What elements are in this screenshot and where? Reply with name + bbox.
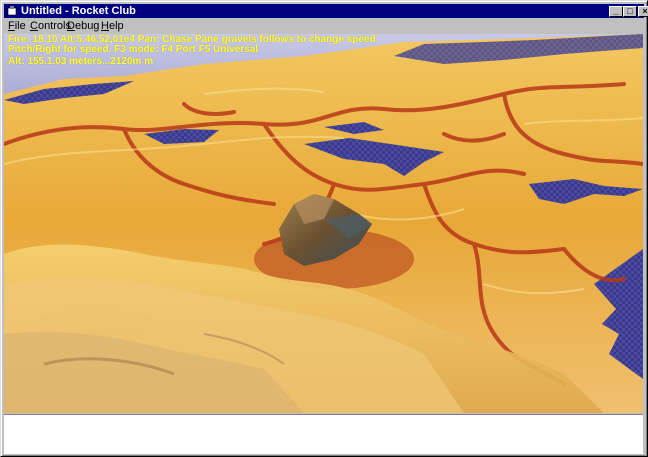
- title-bar[interactable]: Untitled - Rocket Club _ □ ×: [4, 4, 648, 18]
- minimize-button[interactable]: _: [609, 6, 623, 17]
- menu-debug[interactable]: Debug: [65, 19, 101, 33]
- close-button[interactable]: ×: [638, 6, 648, 17]
- hud-line-2: Pitch/Right for speed. F3 mode: F4 Port …: [8, 44, 259, 55]
- terrain-scene: [4, 34, 643, 413]
- hud-line-3: Alt: 155.1.03 meters...2120m m: [8, 56, 154, 67]
- app-icon: [7, 6, 17, 16]
- maximize-button[interactable]: □: [623, 6, 637, 17]
- menu-help[interactable]: Help: [99, 19, 126, 33]
- game-viewport[interactable]: Fire: 18.10 Alt:5,46,52,01e4 Pan: Chase …: [4, 34, 643, 413]
- window-title: Untitled - Rocket Club: [21, 5, 136, 17]
- app-window: Untitled - Rocket Club _ □ × File Contro…: [0, 0, 648, 457]
- menu-bar: File Controls Debug Help: [4, 19, 644, 33]
- status-area: [4, 414, 643, 454]
- menu-file[interactable]: File: [6, 19, 28, 33]
